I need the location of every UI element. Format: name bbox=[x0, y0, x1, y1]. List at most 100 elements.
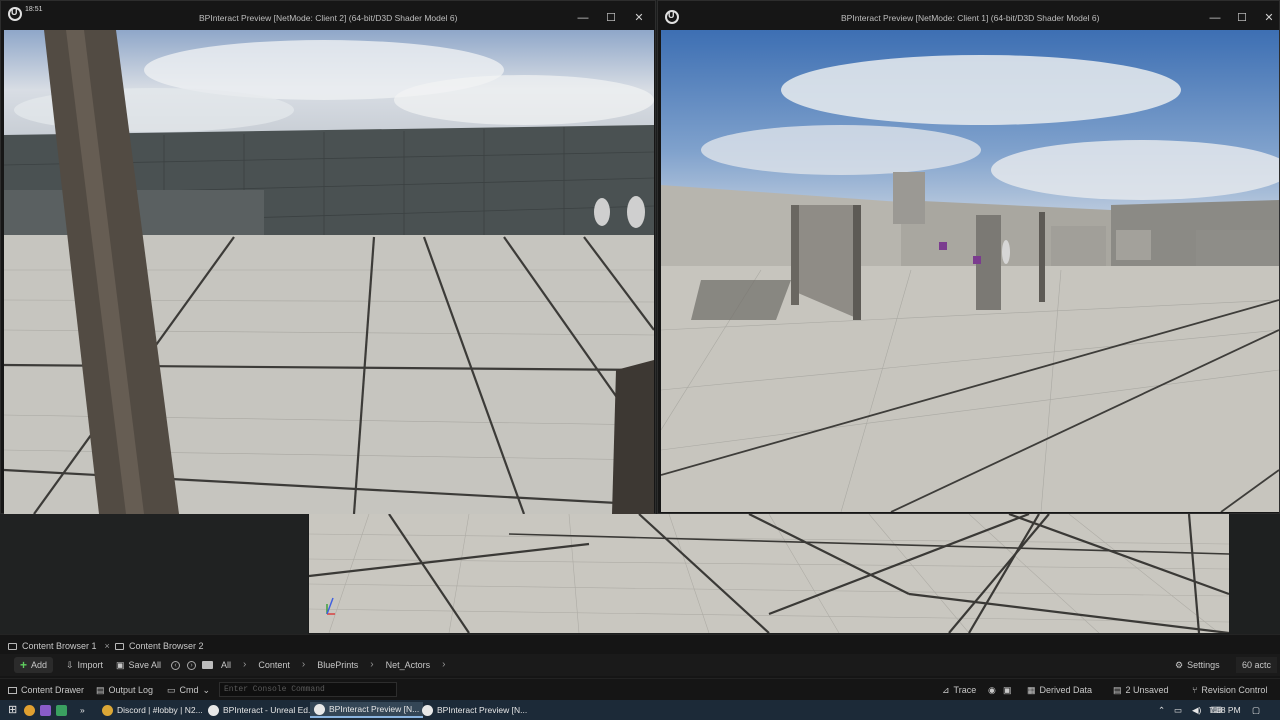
actor-count: 60 actc bbox=[1236, 657, 1278, 673]
output-log-label: Output Log bbox=[108, 685, 154, 695]
revision-control-button[interactable]: ⑂ Revision Control bbox=[1192, 682, 1267, 698]
chrome-icon bbox=[102, 704, 113, 716]
unreal-icon bbox=[208, 704, 219, 716]
windows-taskbar: ⊞ » Discord | #lobby | N2... BPInteract … bbox=[0, 700, 1280, 720]
drawer-icon bbox=[8, 686, 17, 694]
unreal-logo-icon bbox=[665, 10, 679, 24]
history-forward-button[interactable]: › bbox=[187, 657, 196, 673]
taskbar-preview-1[interactable]: BPInteract Preview [N... bbox=[310, 702, 424, 718]
console-icon: ▭ bbox=[167, 685, 176, 695]
cmd-label: Cmd bbox=[179, 685, 199, 695]
unreal-logo-icon bbox=[8, 7, 22, 21]
revision-icon: ⑂ bbox=[1192, 685, 1198, 695]
breadcrumb-net-actors[interactable]: Net_Actors bbox=[386, 657, 431, 673]
tab-label: Content Browser 1 bbox=[22, 641, 97, 651]
folder-icon bbox=[8, 642, 17, 650]
windows-start-button[interactable]: ⊞ bbox=[4, 702, 21, 718]
cmd-dropdown[interactable]: ▭ Cmd ⌄ bbox=[167, 682, 210, 698]
screenshot-icon[interactable]: ▣ bbox=[1003, 682, 1012, 698]
editor-left-panel bbox=[0, 514, 308, 634]
content-drawer-button[interactable]: Content Drawer bbox=[8, 682, 84, 698]
minimize-button[interactable]: — bbox=[1204, 9, 1226, 27]
unsaved-label: 2 Unsaved bbox=[1125, 685, 1169, 695]
database-icon: ▦ bbox=[1027, 685, 1036, 695]
close-button[interactable]: ✕ bbox=[628, 9, 650, 27]
status-bar: Content Drawer ▤ Output Log ▭ Cmd ⌄ Ente… bbox=[0, 678, 1280, 699]
output-log-button[interactable]: ▤ Output Log bbox=[96, 682, 153, 698]
breadcrumb-content[interactable]: Content bbox=[258, 657, 290, 673]
overflow-icon[interactable]: » bbox=[76, 702, 89, 718]
app-taskbar-icon[interactable] bbox=[52, 702, 71, 718]
save-all-button[interactable]: ▣ Save All bbox=[116, 657, 161, 673]
console-command-input[interactable]: Enter Console Command bbox=[219, 682, 397, 697]
settings-label: Settings bbox=[1187, 660, 1220, 670]
taskbar-label: BPInteract Preview [N... bbox=[437, 705, 528, 715]
system-clock: 18:51 bbox=[25, 6, 43, 13]
taskbar-preview-2[interactable]: BPInteract Preview [N... bbox=[418, 702, 531, 718]
clock-time[interactable]: 7:58 PM bbox=[1209, 702, 1241, 718]
breadcrumb-blueprints[interactable]: BluePrints bbox=[317, 657, 358, 673]
maximize-button[interactable]: ☐ bbox=[1231, 9, 1253, 27]
breadcrumb: All › Content › BluePrints › Net_Actors … bbox=[202, 657, 445, 673]
chevron-right-icon[interactable]: › bbox=[370, 657, 373, 673]
trace-icon: ⊿ bbox=[942, 685, 950, 695]
taskbar-label: BPInteract Preview [N... bbox=[329, 704, 420, 714]
minimize-button[interactable]: — bbox=[572, 9, 594, 27]
chevron-right-icon[interactable]: › bbox=[243, 657, 246, 673]
taskbar-label: BPInteract - Unreal Ed... bbox=[223, 705, 316, 715]
folder-icon[interactable] bbox=[202, 661, 213, 669]
tab-content-browser-2[interactable]: Content Browser 2 bbox=[115, 638, 204, 654]
import-button[interactable]: ⇩ Import bbox=[66, 657, 103, 673]
revision-control-label: Revision Control bbox=[1201, 685, 1268, 695]
close-icon[interactable]: × bbox=[105, 638, 110, 654]
folder-icon bbox=[115, 642, 124, 650]
taskbar-unreal-editor[interactable]: BPInteract - Unreal Ed... bbox=[204, 702, 319, 718]
taskbar-label: Discord | #lobby | N2... bbox=[117, 705, 203, 715]
plus-icon: + bbox=[20, 658, 28, 672]
import-icon: ⇩ bbox=[66, 660, 74, 670]
record-icon[interactable]: ◉ bbox=[988, 682, 996, 698]
trace-button[interactable]: ⊿ Trace bbox=[942, 682, 976, 698]
derived-data-button[interactable]: ▦ Derived Data bbox=[1027, 682, 1092, 698]
unreal-icon bbox=[422, 704, 433, 716]
windows-logo-icon: ⊞ bbox=[8, 704, 18, 716]
breadcrumb-all[interactable]: All bbox=[221, 657, 231, 673]
add-button[interactable]: + Add bbox=[14, 657, 54, 673]
chevron-right-icon[interactable]: › bbox=[442, 657, 445, 673]
window-title: BPInteract Preview [NetMode: Client 1] (… bbox=[841, 13, 1100, 23]
gear-icon: ⚙ bbox=[1175, 660, 1184, 670]
trace-label: Trace bbox=[953, 685, 977, 695]
tab-content-browser-1[interactable]: Content Browser 1 × bbox=[8, 638, 110, 654]
content-drawer-label: Content Drawer bbox=[21, 685, 85, 695]
back-icon: ‹ bbox=[171, 660, 180, 670]
game-viewport[interactable] bbox=[661, 30, 1279, 512]
import-label: Import bbox=[77, 660, 104, 670]
unsaved-button[interactable]: ▤ 2 Unsaved bbox=[1113, 682, 1169, 698]
network-icon[interactable]: ▭ bbox=[1174, 702, 1182, 718]
save-all-label: Save All bbox=[128, 660, 162, 670]
maximize-button[interactable]: ☐ bbox=[600, 9, 622, 27]
game-viewport[interactable] bbox=[4, 30, 654, 514]
editor-right-panel bbox=[1229, 514, 1280, 634]
add-label: Add bbox=[31, 660, 48, 670]
game-window-client-2[interactable]: 18:51 BPInteract Preview [NetMode: Clien… bbox=[0, 0, 656, 514]
unsaved-icon: ▤ bbox=[1113, 685, 1122, 695]
derived-data-label: Derived Data bbox=[1039, 685, 1093, 695]
taskbar-discord[interactable]: Discord | #lobby | N2... bbox=[98, 702, 207, 718]
content-browser-tabs: Content Browser 1 × Content Browser 2 bbox=[0, 634, 1280, 654]
forward-icon: › bbox=[187, 660, 196, 670]
settings-button[interactable]: ⚙ Settings bbox=[1175, 657, 1220, 673]
window-title: BPInteract Preview [NetMode: Client 2] (… bbox=[199, 13, 458, 23]
notification-icon[interactable]: ▢ bbox=[1252, 702, 1260, 718]
game-window-client-1[interactable]: BPInteract Preview [NetMode: Client 1] (… bbox=[657, 0, 1280, 514]
tray-chevron-icon[interactable]: ⌃ bbox=[1158, 702, 1165, 718]
close-button[interactable]: ✕ bbox=[1258, 9, 1280, 27]
editor-level-viewport[interactable] bbox=[309, 514, 1229, 633]
history-back-button[interactable]: ‹ bbox=[171, 657, 180, 673]
chevron-right-icon[interactable]: › bbox=[302, 657, 305, 673]
log-icon: ▤ bbox=[96, 685, 105, 695]
save-icon: ▣ bbox=[116, 660, 125, 670]
volume-icon[interactable]: ◀) bbox=[1192, 702, 1201, 718]
desktop: 18:51 BPInteract Preview [NetMode: Clien… bbox=[0, 0, 1280, 720]
content-browser-toolbar: + Add ⇩ Import ▣ Save All ‹ › All › Cont… bbox=[0, 654, 1280, 676]
